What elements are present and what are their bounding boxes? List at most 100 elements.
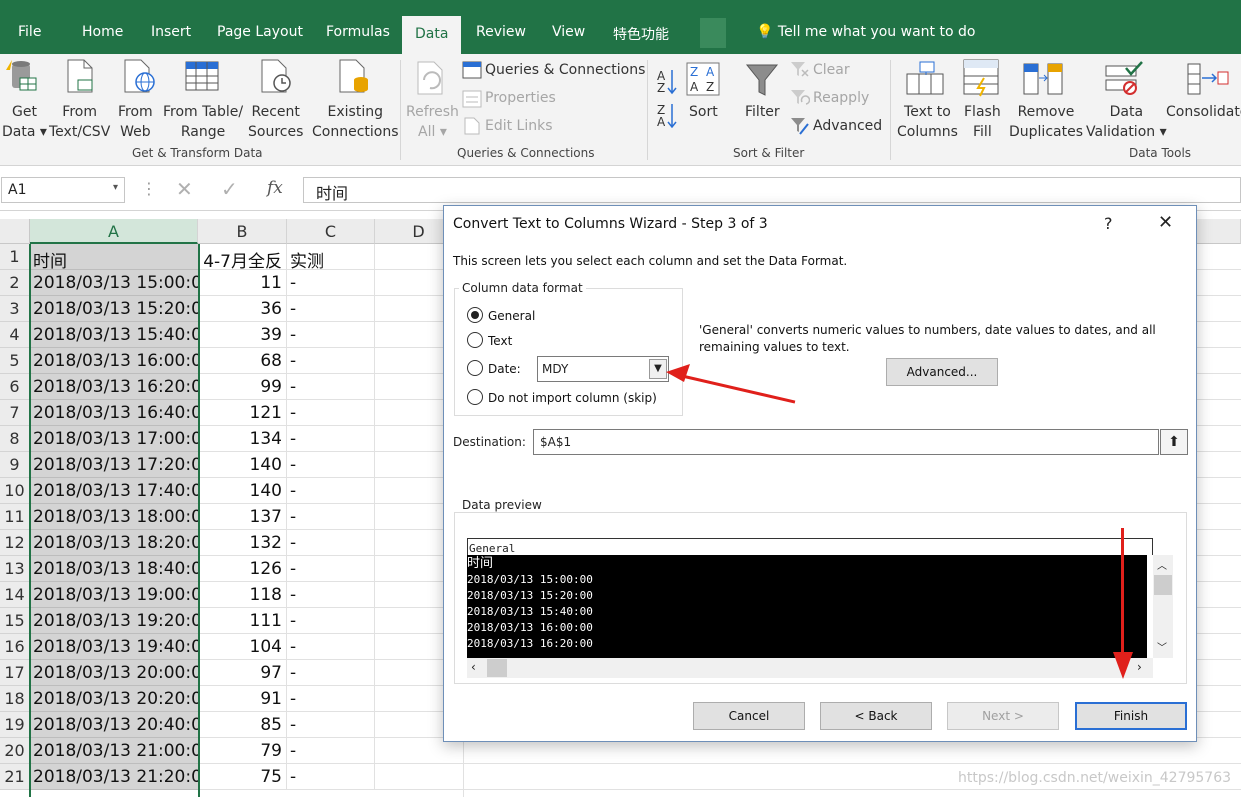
row-header[interactable]: 9 <box>0 452 30 478</box>
select-all-corner[interactable] <box>0 219 30 244</box>
cell-a[interactable]: 2018/03/13 17:20:00 <box>30 452 198 478</box>
tab-page-layout[interactable]: Page Layout <box>217 24 303 40</box>
cell-c[interactable]: - <box>287 478 375 504</box>
tab-formulas[interactable]: Formulas <box>326 24 390 40</box>
tab-data[interactable]: Data <box>402 16 462 54</box>
get-data-button[interactable]: Get Data ▾ <box>2 102 47 142</box>
chevron-left-icon[interactable]: ‹ <box>471 660 476 674</box>
chevron-up-icon[interactable]: ︿ <box>1157 557 1167 572</box>
row-header[interactable]: 14 <box>0 582 30 608</box>
next-button[interactable]: Next > <box>947 702 1059 730</box>
cell-a[interactable]: 2018/03/13 15:20:00 <box>30 296 198 322</box>
cell-c[interactable]: - <box>287 634 375 660</box>
cell-a[interactable]: 2018/03/13 21:00:00 <box>30 738 198 764</box>
cell-b[interactable]: 4-7月全反 <box>198 244 287 272</box>
row-header[interactable]: 7 <box>0 400 30 426</box>
back-button[interactable]: < Back <box>820 702 932 730</box>
row-header[interactable]: 21 <box>0 764 30 790</box>
tab-insert[interactable]: Insert <box>151 24 191 40</box>
cell-b[interactable]: 39 <box>198 322 287 348</box>
row-header[interactable]: 19 <box>0 712 30 738</box>
cell-c[interactable]: - <box>287 322 375 348</box>
row-header[interactable]: 5 <box>0 348 30 374</box>
cell-b[interactable]: 68 <box>198 348 287 374</box>
remove-duplicates-button[interactable]: Remove Duplicates <box>1009 102 1083 142</box>
cell-c[interactable]: - <box>287 712 375 738</box>
confirm-entry-icon[interactable]: ✓ <box>221 177 238 201</box>
cell-b[interactable]: 140 <box>198 478 287 504</box>
row-header[interactable]: 2 <box>0 270 30 296</box>
row-header[interactable]: 15 <box>0 608 30 634</box>
cell-a[interactable]: 2018/03/13 16:20:00 <box>30 374 198 400</box>
cell-a[interactable]: 2018/03/13 21:20:00 <box>30 764 198 790</box>
column-header-c[interactable]: C <box>287 219 375 244</box>
cancel-entry-icon[interactable]: ✕ <box>176 177 193 201</box>
cell-a[interactable]: 2018/03/13 16:00:00 <box>30 348 198 374</box>
scrollbar-thumb[interactable] <box>487 659 507 677</box>
data-validation-button[interactable]: Data Validation ▾ <box>1086 102 1167 142</box>
advanced-button[interactable]: Advanced <box>813 118 882 134</box>
queries-connections-button[interactable]: Queries & Connections <box>485 62 645 78</box>
chevron-down-icon[interactable]: ▾ <box>113 182 118 193</box>
scrollbar-thumb[interactable] <box>1154 575 1172 595</box>
from-text-csv-button[interactable]: From Text/CSV <box>49 102 110 142</box>
cell-c[interactable]: - <box>287 270 375 296</box>
cell-a[interactable]: 时间 <box>30 244 198 270</box>
cell-c[interactable]: - <box>287 608 375 634</box>
cell-b[interactable]: 132 <box>198 530 287 556</box>
advanced-button[interactable]: Advanced... <box>886 358 998 386</box>
cell-a[interactable]: 2018/03/13 19:00:00 <box>30 582 198 608</box>
sort-button[interactable]: Sort <box>689 102 718 122</box>
date-radio-label[interactable]: Date: <box>488 362 521 376</box>
cell-c[interactable]: - <box>287 452 375 478</box>
recent-sources-button[interactable]: Recent Sources <box>248 102 303 142</box>
chevron-right-icon[interactable]: › <box>1137 660 1142 674</box>
text-radio[interactable] <box>467 332 483 348</box>
cell-c[interactable]: - <box>287 374 375 400</box>
cell-b[interactable]: 137 <box>198 504 287 530</box>
row-header[interactable]: 8 <box>0 426 30 452</box>
cell-b[interactable]: 126 <box>198 556 287 582</box>
cell-c[interactable]: - <box>287 426 375 452</box>
cell-b[interactable]: 75 <box>198 764 287 790</box>
cell-a[interactable]: 2018/03/13 15:40:00 <box>30 322 198 348</box>
preview-data[interactable]: 时间 2018/03/13 15:00:00 2018/03/13 15:20:00… <box>467 555 1147 658</box>
cell-c[interactable]: - <box>287 348 375 374</box>
skip-radio-label[interactable]: Do not import column (skip) <box>488 391 657 405</box>
cell-c[interactable]: - <box>287 556 375 582</box>
cell-c[interactable]: - <box>287 660 375 686</box>
cell-a[interactable]: 2018/03/13 18:00:00 <box>30 504 198 530</box>
row-header[interactable]: 10 <box>0 478 30 504</box>
filter-button[interactable]: Filter <box>745 102 780 122</box>
row-header[interactable]: 4 <box>0 322 30 348</box>
cell-a[interactable]: 2018/03/13 20:00:00 <box>30 660 198 686</box>
cell-c[interactable]: - <box>287 400 375 426</box>
row-header[interactable]: 3 <box>0 296 30 322</box>
cell-b[interactable]: 121 <box>198 400 287 426</box>
row-header[interactable]: 11 <box>0 504 30 530</box>
row-header[interactable]: 13 <box>0 556 30 582</box>
cell-c[interactable]: 实测 <box>287 244 375 272</box>
cell-a[interactable]: 2018/03/13 20:40:00 <box>30 712 198 738</box>
cell-a[interactable]: 2018/03/13 17:40:00 <box>30 478 198 504</box>
row-header[interactable]: 12 <box>0 530 30 556</box>
cell-a[interactable]: 2018/03/13 20:20:00 <box>30 686 198 712</box>
cell-b[interactable]: 79 <box>198 738 287 764</box>
row-header[interactable]: 16 <box>0 634 30 660</box>
column-header-a[interactable]: A <box>30 219 198 244</box>
cell-c[interactable]: - <box>287 582 375 608</box>
tab-home[interactable]: Home <box>82 24 123 40</box>
finish-button[interactable]: Finish <box>1075 702 1187 730</box>
cell-b[interactable]: 11 <box>198 270 287 296</box>
destination-input[interactable]: $A$1 <box>533 429 1159 455</box>
general-radio[interactable] <box>467 307 483 323</box>
tell-me-search[interactable]: 💡 Tell me what you want to do <box>756 24 975 40</box>
cell-b[interactable]: 36 <box>198 296 287 322</box>
close-icon[interactable]: ✕ <box>1158 212 1173 233</box>
preview-horizontal-scrollbar[interactable]: ‹ › <box>467 658 1153 678</box>
row-header[interactable]: 17 <box>0 660 30 686</box>
cell-a[interactable]: 2018/03/13 15:00:00 <box>30 270 198 296</box>
text-radio-label[interactable]: Text <box>488 334 512 348</box>
cell-b[interactable]: 85 <box>198 712 287 738</box>
cell-a[interactable]: 2018/03/13 19:40:00 <box>30 634 198 660</box>
